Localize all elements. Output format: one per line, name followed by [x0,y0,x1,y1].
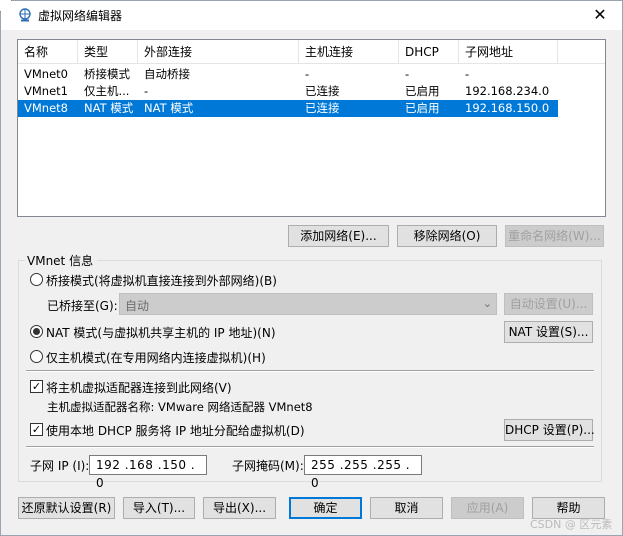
cell-external: NAT 模式 [144,101,194,115]
import-button[interactable]: 导入(T)... [123,497,195,519]
add-network-button[interactable]: 添加网络(E)... [288,225,389,247]
nat-mode-radio[interactable] [30,325,43,338]
use-dhcp-label[interactable]: 使用本地 DHCP 服务将 IP 地址分配给虚拟机(D) [46,422,305,439]
cell-subnet: 192.168.234.0 [465,84,550,98]
cell-name: VMnet1 [24,84,68,98]
export-button[interactable]: 导出(X)... [203,497,276,519]
column-header-name[interactable]: 名称 [18,40,78,64]
cell-dhcp: 已启用 [405,84,440,98]
cancel-button[interactable]: 取消 [370,497,443,519]
auto-settings-button[interactable]: 自动设置(U)... [504,293,593,315]
connect-adapter-label[interactable]: 将主机虚拟适配器连接到此网络(V) [46,379,232,396]
bridged-to-dropdown[interactable]: 自动 ⌄ [119,293,497,315]
cell-external: - [144,84,149,98]
chevron-down-icon: ⌄ [482,297,492,310]
cell-host: 已连接 [305,84,340,98]
column-header-host[interactable]: 主机连接 [299,40,399,64]
separator [26,370,594,372]
table-row[interactable]: VMnet1 仅主机... - 已连接 已启用 192.168.234.0 [18,83,558,100]
network-list[interactable]: 名称 类型 外部连接 主机连接 DHCP 子网地址 VMnet0 桥接模式 自动… [17,39,606,217]
subnet-ip-input[interactable]: 192 .168 .150 . 0 [89,455,207,490]
cell-type: 仅主机... [84,84,130,98]
remove-network-button[interactable]: 移除网络(O) [397,225,497,247]
cell-subnet: 192.168.150.0 [465,101,550,115]
dhcp-settings-button[interactable]: DHCP 设置(P)... [504,419,595,441]
window-title: 虚拟网络编辑器 [38,9,123,23]
bridged-mode-label[interactable]: 桥接模式(将虚拟机直接连接到外部网络)(B) [46,272,277,289]
bridged-mode-radio[interactable] [30,273,43,286]
cell-dhcp: - [405,67,410,81]
radio-selected-dot [33,328,40,335]
column-header-external[interactable]: 外部连接 [138,40,299,64]
table-row[interactable]: VMnet0 桥接模式 自动桥接 - - - [18,66,558,83]
cell-name: VMnet8 [24,101,68,115]
ok-button[interactable]: 确定 [289,497,362,519]
use-dhcp-checkbox[interactable]: ✓ [30,423,43,436]
rename-network-button[interactable]: 重命名网络(W)... [505,225,604,247]
close-button[interactable]: ✕ [588,4,612,26]
host-only-radio[interactable] [30,350,43,363]
host-only-label[interactable]: 仅主机模式(在专用网络内连接虚拟机)(H) [46,349,266,366]
cell-external: 自动桥接 [144,67,190,81]
column-header-type[interactable]: 类型 [78,40,138,64]
adapter-name-text: 主机虚拟适配器名称: VMware 网络适配器 VMnet8 [47,400,313,414]
bridged-to-value: 自动 [125,299,150,313]
network-globe-icon [19,8,31,22]
cell-name: VMnet0 [24,67,68,81]
connect-adapter-checkbox[interactable]: ✓ [30,380,43,393]
subnet-mask-label: 子网掩码(M): [232,459,304,473]
apply-button[interactable]: 应用(A) [451,497,524,519]
subnet-ip-label: 子网 IP (I): [30,459,90,473]
list-header: 名称 类型 外部连接 主机连接 DHCP 子网地址 [18,40,605,64]
column-header-subnet[interactable]: 子网地址 [459,40,558,64]
bridged-to-label: 已桥接至(G): [47,299,118,313]
nat-mode-label[interactable]: NAT 模式(与虚拟机共享主机的 IP 地址)(N) [46,324,276,341]
restore-defaults-button[interactable]: 还原默认设置(R) [18,497,115,519]
cell-type: 桥接模式 [84,67,130,81]
cell-dhcp: 已启用 [405,101,440,115]
table-row-selected[interactable]: VMnet8 NAT 模式 NAT 模式 已连接 已启用 192.168.150… [18,100,558,117]
separator [26,446,594,448]
watermark-text: CSDN @ 区元素 [530,518,613,531]
cell-host: - [305,67,310,81]
cell-subnet: - [465,67,470,81]
cell-host: 已连接 [305,101,340,115]
cell-type: NAT 模式 [84,101,134,115]
subnet-mask-input[interactable]: 255 .255 .255 . 0 [304,455,422,490]
group-title: VMnet 信息 [25,252,98,269]
nat-settings-button[interactable]: NAT 设置(S)... [504,321,593,343]
column-header-dhcp[interactable]: DHCP [399,40,459,64]
